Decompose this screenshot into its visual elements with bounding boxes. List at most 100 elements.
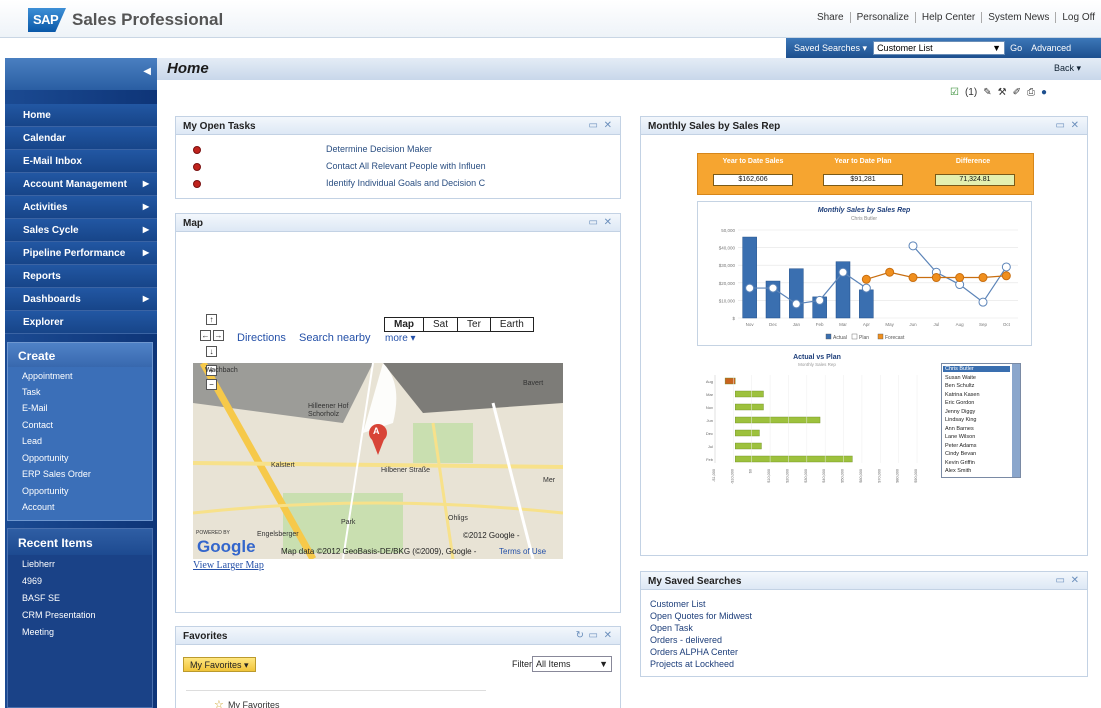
maximize-icon[interactable]: ▭ bbox=[1056, 120, 1065, 131]
saved-search-link[interactable]: Open Task bbox=[650, 623, 693, 633]
advanced-search-link[interactable]: Advanced bbox=[1027, 43, 1075, 53]
map-view[interactable]: A ↑ ← → ↓ + − Directions Search nearby m… bbox=[193, 307, 563, 559]
sidebar-item-account-management[interactable]: Account Management ▶ bbox=[5, 173, 157, 196]
filter-select[interactable]: All Items ▼ bbox=[532, 656, 612, 672]
scrollbar[interactable] bbox=[1012, 364, 1020, 477]
sidebar-item-explorer[interactable]: Explorer bbox=[5, 311, 157, 334]
pencil-icon[interactable]: ✐ bbox=[1013, 87, 1021, 98]
create-email-link[interactable]: E-Mail bbox=[22, 403, 48, 413]
create-task-link[interactable]: Task bbox=[22, 387, 41, 397]
create-opportunity-link[interactable]: Opportunity bbox=[22, 453, 69, 463]
map-type-earth[interactable]: Earth bbox=[489, 318, 533, 331]
sales-rep-item[interactable]: Susan Waite bbox=[945, 375, 976, 381]
close-icon[interactable]: ✕ bbox=[1071, 120, 1079, 131]
saved-search-link[interactable]: Open Quotes for Midwest bbox=[650, 611, 752, 621]
close-icon[interactable]: ✕ bbox=[1071, 575, 1079, 586]
saved-search-link[interactable]: Projects at Lockheed bbox=[650, 659, 734, 669]
more-link[interactable]: more ▾ bbox=[385, 333, 416, 344]
view-larger-map-link[interactable]: View Larger Map bbox=[193, 560, 264, 571]
sidebar-item-activities[interactable]: Activities ▶ bbox=[5, 196, 157, 219]
pan-up-icon[interactable]: ↑ bbox=[206, 314, 217, 325]
sales-rep-item[interactable]: Katrina Kasen bbox=[945, 392, 980, 398]
sales-rep-item[interactable]: Peter Adams bbox=[945, 443, 977, 449]
sidebar-item-email-inbox[interactable]: E-Mail Inbox bbox=[5, 150, 157, 173]
my-favorites-button[interactable]: My Favorites ▾ bbox=[183, 657, 256, 672]
maximize-icon[interactable]: ▭ bbox=[589, 217, 598, 228]
pan-down-icon[interactable]: ↓ bbox=[206, 346, 217, 357]
pan-left-icon[interactable]: ← bbox=[200, 330, 211, 341]
saved-searches-dropdown[interactable]: Saved Searches ▾ bbox=[786, 43, 873, 54]
close-icon[interactable]: ✕ bbox=[604, 630, 612, 641]
map-type-map[interactable]: Map bbox=[385, 318, 423, 331]
sales-rep-item[interactable]: Lindsay King bbox=[945, 417, 977, 423]
go-button[interactable]: Go bbox=[1005, 43, 1027, 53]
saved-search-link[interactable]: Orders - delivered bbox=[650, 635, 722, 645]
log-off-link[interactable]: Log Off bbox=[1055, 12, 1101, 23]
sales-rep-item[interactable]: Lane Wilson bbox=[945, 434, 975, 440]
sales-rep-item[interactable]: Eric Gordon bbox=[945, 400, 974, 406]
share-link[interactable]: Share bbox=[811, 12, 850, 23]
refresh-icon[interactable]: ↻ bbox=[576, 630, 584, 641]
sales-rep-item[interactable]: Ann Barnes bbox=[945, 426, 974, 432]
create-lead-link[interactable]: Lead bbox=[22, 436, 42, 446]
recent-item[interactable]: 4969 bbox=[22, 576, 42, 586]
sales-rep-item[interactable]: Jenny Diggy bbox=[945, 409, 975, 415]
pan-right-icon[interactable]: → bbox=[213, 330, 224, 341]
sales-rep-item[interactable]: Cindy Bevan bbox=[945, 451, 976, 457]
print-icon[interactable]: ⎙ bbox=[1027, 87, 1035, 98]
sales-rep-item[interactable]: Ben Schultz bbox=[945, 383, 974, 389]
recent-item[interactable]: Meeting bbox=[22, 627, 54, 637]
directions-link[interactable]: Directions bbox=[237, 332, 286, 344]
sales-rep-item[interactable]: Chris Butler bbox=[943, 366, 1010, 372]
maximize-icon[interactable]: ▭ bbox=[589, 120, 598, 131]
map-type-ter[interactable]: Ter bbox=[457, 318, 490, 331]
maximize-icon[interactable]: ▭ bbox=[589, 630, 598, 641]
y-tick-label: Dec bbox=[706, 431, 713, 436]
system-news-link[interactable]: System News bbox=[981, 12, 1055, 23]
search-select-value: Customer List bbox=[877, 43, 933, 53]
sidebar-item-sales-cycle[interactable]: Sales Cycle ▶ bbox=[5, 219, 157, 242]
search-select[interactable]: Customer List ▼ bbox=[873, 41, 1006, 55]
checkbox-icon[interactable]: ☑ bbox=[950, 87, 959, 98]
recent-item[interactable]: Liebherr bbox=[22, 559, 55, 569]
help-icon[interactable]: ● bbox=[1041, 87, 1047, 98]
saved-search-link[interactable]: Orders ALPHA Center bbox=[650, 647, 738, 657]
create-opportunity-link-2[interactable]: Opportunity bbox=[22, 486, 69, 496]
map-marker[interactable]: A bbox=[373, 426, 380, 436]
zoom-out-icon[interactable]: − bbox=[206, 379, 217, 390]
help-center-link[interactable]: Help Center bbox=[914, 12, 981, 23]
sidebar-item-dashboards[interactable]: Dashboards ▶ bbox=[5, 288, 157, 311]
close-icon[interactable]: ✕ bbox=[604, 120, 612, 131]
sales-rep-item[interactable]: Alex Smith bbox=[945, 468, 971, 474]
create-appointment-link[interactable]: Appointment bbox=[22, 371, 73, 381]
recent-item[interactable]: BASF SE bbox=[22, 593, 60, 603]
terms-link[interactable]: Terms of Use bbox=[499, 547, 546, 556]
wrench-icon[interactable]: ⚒ bbox=[998, 87, 1007, 98]
create-contact-link[interactable]: Contact bbox=[22, 420, 53, 430]
create-erp-sales-order-link[interactable]: ERP Sales Order bbox=[22, 469, 91, 479]
maximize-icon[interactable]: ▭ bbox=[1056, 575, 1065, 586]
sidebar-item-home[interactable]: Home bbox=[5, 104, 157, 127]
collapse-icon[interactable]: ◀ bbox=[143, 66, 151, 77]
forecast-point bbox=[908, 273, 918, 283]
pin-icon[interactable]: ✎ bbox=[983, 87, 991, 98]
map-type-sat[interactable]: Sat bbox=[423, 318, 457, 331]
map-canvas[interactable] bbox=[193, 363, 563, 559]
task-link[interactable]: Identify Individual Goals and Decision C bbox=[326, 178, 485, 188]
sidebar-item-reports[interactable]: Reports bbox=[5, 265, 157, 288]
sidebar-item-calendar[interactable]: Calendar bbox=[5, 127, 157, 150]
search-nearby-link[interactable]: Search nearby bbox=[299, 332, 371, 344]
sidebar-item-pipeline-performance[interactable]: Pipeline Performance ▶ bbox=[5, 242, 157, 265]
saved-search-link[interactable]: Customer List bbox=[650, 599, 706, 609]
sales-rep-list[interactable]: Chris Butler Susan Waite Ben Schultz Katrin… bbox=[941, 363, 1021, 478]
personalize-link[interactable]: Personalize bbox=[849, 12, 915, 23]
back-button[interactable]: Back ▾ bbox=[1054, 63, 1081, 74]
sales-rep-item[interactable]: Kevin Griffin bbox=[945, 460, 975, 466]
task-link[interactable]: Contact All Relevant People with Influen bbox=[326, 161, 486, 171]
saved-searches-title: My Saved Searches bbox=[641, 572, 1087, 590]
task-link[interactable]: Determine Decision Maker bbox=[326, 144, 432, 154]
create-account-link[interactable]: Account bbox=[22, 502, 55, 512]
recent-item[interactable]: CRM Presentation bbox=[22, 610, 96, 620]
close-icon[interactable]: ✕ bbox=[604, 217, 612, 228]
favorites-folder[interactable]: My Favorites bbox=[228, 700, 280, 708]
